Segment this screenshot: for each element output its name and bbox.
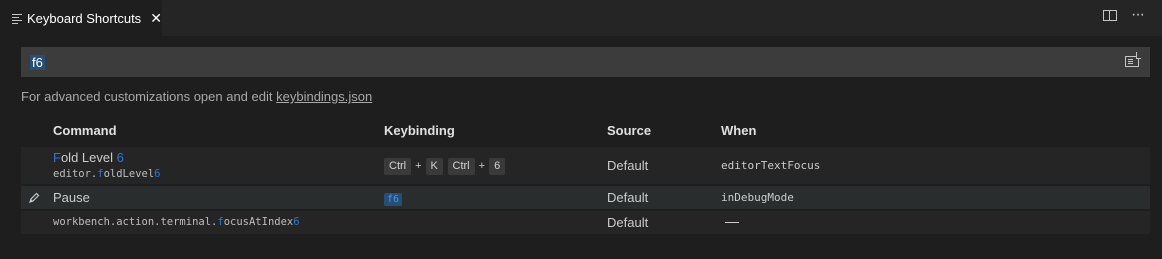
keybinding: Ctrl + K Ctrl +6 (384, 157, 506, 175)
source-value: Default (607, 158, 649, 173)
when-value: inDebugMode (721, 191, 794, 204)
key-cap: 6 (489, 158, 506, 175)
edit-icon[interactable] (28, 192, 40, 204)
column-header-when: When (721, 123, 757, 138)
list-icon (12, 13, 22, 24)
record-keys-icon[interactable] (1125, 52, 1141, 67)
advanced-customization-hint: For advanced customizations open and edi… (21, 89, 372, 104)
when-empty-dash (725, 214, 739, 229)
command-label: Pause (53, 190, 90, 205)
search-value[interactable]: f6 (30, 55, 45, 70)
source-value: Default (607, 215, 649, 230)
table-header: Command Keybinding Source When (0, 123, 1162, 141)
column-header-source: Source (607, 123, 652, 138)
key-cap: K (425, 158, 443, 175)
split-editor-icon[interactable] (1103, 9, 1118, 21)
source-value: Default (607, 190, 649, 205)
column-header-keybinding: Keybinding (384, 123, 455, 138)
editor-tab-bar: Keyboard Shortcuts ✕ ··· (0, 0, 1162, 36)
more-actions-icon[interactable]: ··· (1131, 7, 1145, 23)
when-value: editorTextFocus (721, 159, 821, 172)
command-label: Fold Level 6 (53, 150, 124, 165)
table-row[interactable]: Pause f6 Default inDebugMode (21, 186, 1150, 209)
tab-title: Keyboard Shortcuts (27, 10, 142, 26)
key-cap: f6 (384, 193, 403, 206)
table-row[interactable]: workbench.action.terminal.focusAtIndex6 … (21, 211, 1150, 234)
editor-actions: ··· (1103, 7, 1145, 23)
command-id: editor.foldLevel6 (53, 168, 161, 180)
search-input[interactable]: f6 (21, 47, 1150, 77)
keybindings-json-link[interactable]: keybindings.json (276, 89, 372, 104)
hint-text: For advanced customizations open and edi… (21, 89, 277, 104)
table-row[interactable]: Fold Level 6 editor.foldLevel6 Ctrl + K Ct… (21, 147, 1150, 184)
key-cap: Ctrl (384, 158, 412, 175)
keybinding: f6 (384, 190, 403, 206)
command-id: workbench.action.terminal.focusAtIndex6 (53, 216, 300, 228)
key-cap: Ctrl (447, 158, 475, 175)
close-icon[interactable]: ✕ (150, 10, 162, 27)
tab-keyboard-shortcuts[interactable]: Keyboard Shortcuts ✕ (0, 0, 163, 36)
column-header-command: Command (53, 123, 117, 138)
